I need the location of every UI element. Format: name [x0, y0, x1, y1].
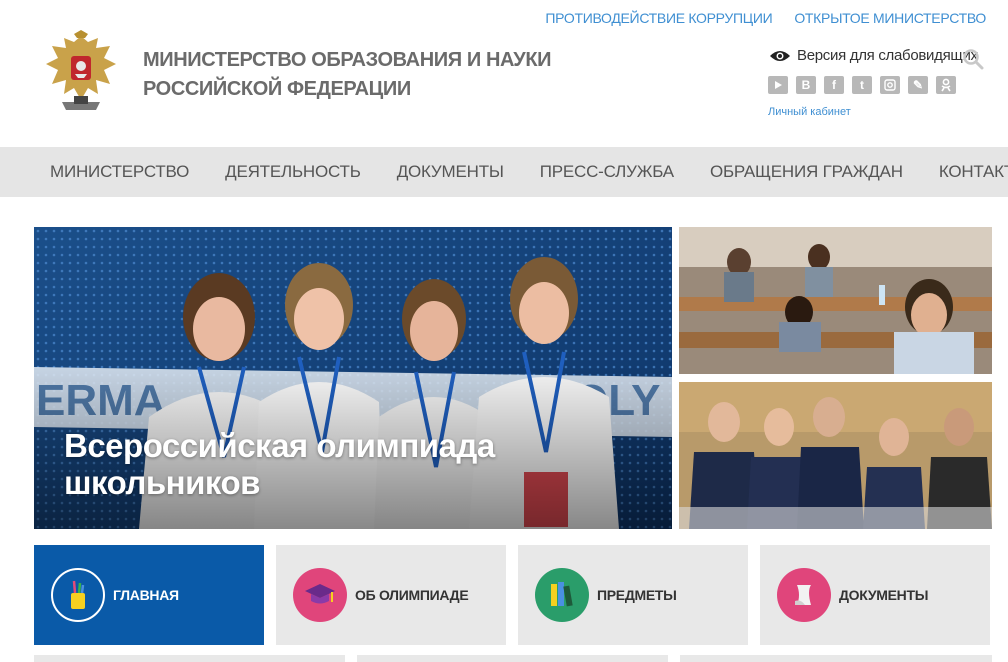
tile-about-label: ОБ ОЛИМПИАДЕ [355, 587, 469, 603]
books-icon [535, 568, 589, 622]
instagram-icon[interactable] [880, 76, 900, 94]
coat-of-arms-logo[interactable] [44, 30, 118, 118]
odnoklassniki-icon[interactable] [936, 76, 956, 94]
tile-subjects-label: ПРЕДМЕТЫ [597, 587, 677, 603]
hero-title: Всероссийская олимпиада школьников [64, 427, 495, 501]
tile-home-label: ГЛАВНАЯ [113, 587, 179, 603]
top-links: ПРОТИВОДЕЙСТВИЕ КОРРУПЦИИ ОТКРЫТОЕ МИНИС… [545, 10, 986, 26]
side-photo-exam[interactable] [679, 227, 992, 374]
hero-title-line1: Всероссийская олимпиада [64, 427, 495, 464]
tile-subjects[interactable]: ПРЕДМЕТЫ [518, 545, 748, 645]
search-icon[interactable] [962, 48, 984, 70]
social-links: В f t ✎ [768, 76, 956, 94]
tile-documents-label: ДОКУМЕНТЫ [839, 587, 929, 603]
pencil-cup-icon [51, 568, 105, 622]
tile-home[interactable]: ГЛАВНАЯ [34, 545, 264, 645]
hero-title-line2: школьников [64, 464, 260, 501]
twitter-icon[interactable]: t [852, 76, 872, 94]
personal-cabinet-link[interactable]: Личный кабинет [768, 106, 851, 118]
vk-icon[interactable]: В [796, 76, 816, 94]
side-photo-meeting[interactable] [679, 382, 992, 529]
graduation-cap-icon [293, 568, 347, 622]
ministry-name[interactable]: МИНИСТЕРСТВО ОБРАЗОВАНИЯ И НАУКИ РОССИЙС… [143, 46, 552, 104]
accessibility-toggle[interactable]: Версия для слабовидящих [769, 47, 978, 64]
nav-item-activity[interactable]: ДЕЯТЕЛЬНОСТЬ [207, 162, 379, 182]
lower-tile-row [34, 655, 345, 662]
livejournal-icon[interactable]: ✎ [908, 76, 928, 94]
exam-hall-photo [679, 227, 992, 374]
ministry-name-line1: МИНИСТЕРСТВО ОБРАЗОВАНИЯ И НАУКИ [143, 49, 552, 71]
nav-item-contacts[interactable]: КОНТАКТЫ [921, 162, 1008, 182]
site-header: ПРОТИВОДЕЙСТВИЕ КОРРУПЦИИ ОТКРЫТОЕ МИНИС… [0, 0, 1008, 147]
accessibility-label: Версия для слабовидящих [797, 47, 978, 64]
lower-tile-row [680, 655, 992, 662]
lower-tile-row [357, 655, 668, 662]
document-icon [777, 568, 831, 622]
meeting-photo [679, 382, 992, 529]
hero-banner[interactable]: ERMA OLY Всероссийская олимпиада школьни… [34, 227, 672, 529]
facebook-icon[interactable]: f [824, 76, 844, 94]
tile-about[interactable]: ОБ ОЛИМПИАДЕ [276, 545, 506, 645]
nav-item-appeals[interactable]: ОБРАЩЕНИЯ ГРАЖДАН [692, 162, 921, 182]
nav-item-ministry[interactable]: МИНИСТЕРСТВО [0, 162, 207, 182]
anti-corruption-link[interactable]: ПРОТИВОДЕЙСТВИЕ КОРРУПЦИИ [545, 10, 772, 26]
main-nav: МИНИСТЕРСТВО ДЕЯТЕЛЬНОСТЬ ДОКУМЕНТЫ ПРЕС… [0, 147, 1008, 197]
ministry-name-line2: РОССИЙСКОЙ ФЕДЕРАЦИИ [143, 78, 411, 100]
youtube-icon[interactable] [768, 76, 788, 94]
eye-icon [770, 50, 790, 61]
open-ministry-link[interactable]: ОТКРЫТОЕ МИНИСТЕРСТВО [794, 10, 986, 26]
nav-item-press[interactable]: ПРЕСС-СЛУЖБА [522, 162, 692, 182]
nav-item-documents[interactable]: ДОКУМЕНТЫ [379, 162, 522, 182]
tile-documents[interactable]: ДОКУМЕНТЫ [760, 545, 990, 645]
